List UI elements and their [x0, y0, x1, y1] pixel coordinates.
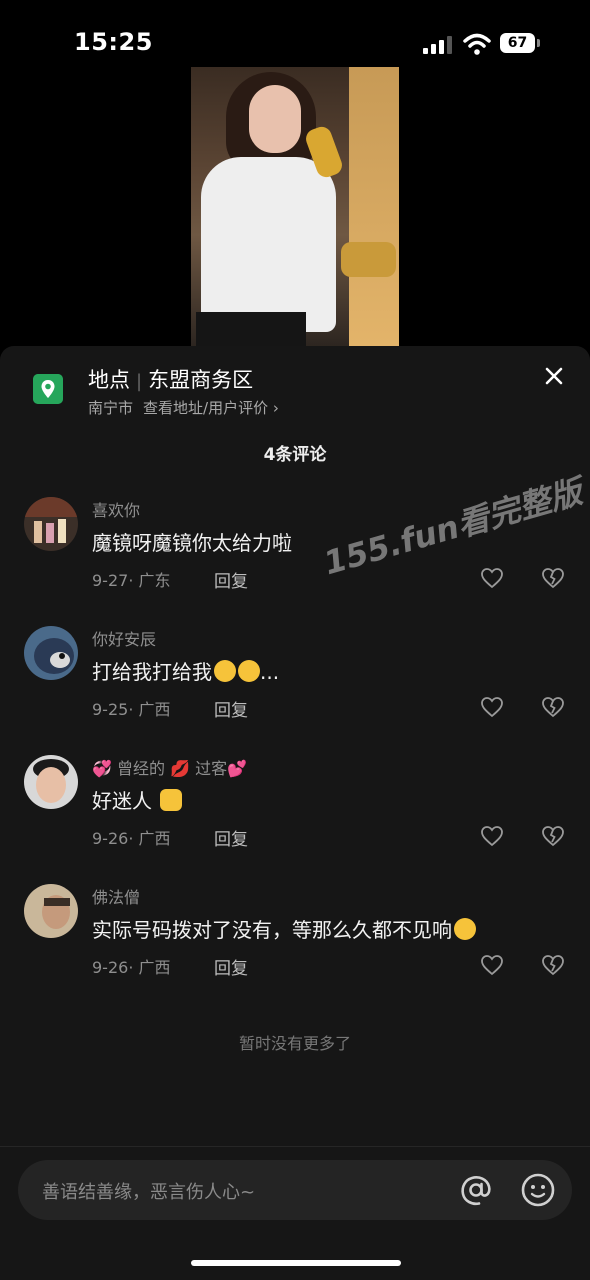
finger-heart-emoji-icon — [160, 789, 183, 811]
heart-icon[interactable] — [480, 696, 504, 718]
location-name: 东盟商务区 — [148, 368, 254, 392]
no-more-comments: 暂时没有更多了 — [238, 1034, 351, 1053]
comments-count: 4条评论 — [263, 445, 327, 465]
hearts-emoji-icon: 💞 — [92, 759, 112, 778]
reply-button[interactable]: 回复 — [214, 567, 248, 592]
broken-heart-icon[interactable] — [541, 954, 565, 976]
comment-meta: 9-26· 广西 — [92, 829, 171, 848]
location-label: 地点 — [88, 368, 130, 392]
at-icon[interactable] — [458, 1172, 494, 1208]
grinning-emoji-icon — [454, 918, 476, 940]
avatar[interactable] — [24, 626, 78, 680]
video-thumbnail[interactable] — [191, 67, 399, 347]
comment-text: 好迷人 — [92, 785, 183, 814]
location-city: 南宁市 — [88, 399, 134, 417]
comment-input[interactable]: 善语结善缘，恶言伤人心~ — [18, 1160, 572, 1220]
comment-meta: 9-27· 广东 — [92, 571, 171, 590]
location-title[interactable]: 地点 | 东盟商务区 — [88, 364, 253, 394]
comment-meta: 9-26· 广西 — [92, 958, 171, 977]
comment-author[interactable]: 佛法僧 — [92, 884, 140, 908]
location-pin-icon — [33, 374, 63, 404]
reply-button[interactable]: 回复 — [214, 696, 248, 721]
comment-item: 💞 曾经的 💋 过客💕 好迷人 9-26· 广西 回复 — [0, 755, 590, 875]
laughing-emoji-icon — [214, 660, 236, 682]
heart-icon[interactable] — [480, 954, 504, 976]
kiss-emoji-icon: 💋 — [170, 759, 191, 778]
cellular-signal-icon — [423, 36, 452, 54]
close-icon[interactable] — [542, 364, 566, 388]
broken-heart-icon[interactable] — [541, 825, 565, 847]
comment-item: 佛法僧 实际号码拨对了没有，等那么久都不见响 9-26· 广西 回复 — [0, 884, 590, 1004]
reply-button[interactable]: 回复 — [214, 825, 248, 850]
comment-meta: 9-25· 广西 — [92, 700, 171, 719]
status-time: 15:25 — [74, 28, 153, 56]
location-link[interactable]: 查看地址/用户评价 › — [143, 399, 279, 417]
comment-author[interactable]: 💞 曾经的 💋 过客💕 — [92, 755, 247, 779]
location-subtitle[interactable]: 南宁市 查看地址/用户评价 › — [88, 397, 279, 418]
comment-text: 打给我打给我... — [92, 660, 280, 684]
avatar[interactable] — [24, 755, 78, 809]
comment-input-placeholder: 善语结善缘，恶言伤人心~ — [42, 1182, 256, 1203]
avatar[interactable] — [24, 497, 78, 551]
smile-icon[interactable] — [520, 1172, 556, 1208]
heart-icon[interactable] — [480, 567, 504, 589]
laughing-emoji-icon — [238, 660, 260, 682]
broken-heart-icon[interactable] — [541, 696, 565, 718]
broken-heart-icon[interactable] — [541, 567, 565, 589]
battery-level: 67 — [500, 33, 535, 53]
reply-button[interactable]: 回复 — [214, 954, 248, 979]
home-indicator[interactable] — [191, 1260, 401, 1266]
comment-item: 你好安辰 打给我打给我... 9-25· 广西 回复 — [0, 626, 590, 746]
comment-author[interactable]: 喜欢你 — [92, 497, 140, 521]
comment-text: 实际号码拨对了没有，等那么久都不见响 — [92, 914, 476, 943]
wifi-icon — [463, 33, 491, 55]
hearts-emoji-icon: 💕 — [227, 759, 248, 778]
heart-icon[interactable] — [480, 825, 504, 847]
comment-author[interactable]: 你好安辰 — [92, 626, 156, 650]
comment-text: 魔镜呀魔镜你太给力啦 — [92, 531, 292, 555]
avatar[interactable] — [24, 884, 78, 938]
battery-icon: 67 — [500, 33, 540, 55]
divider — [0, 1146, 590, 1147]
